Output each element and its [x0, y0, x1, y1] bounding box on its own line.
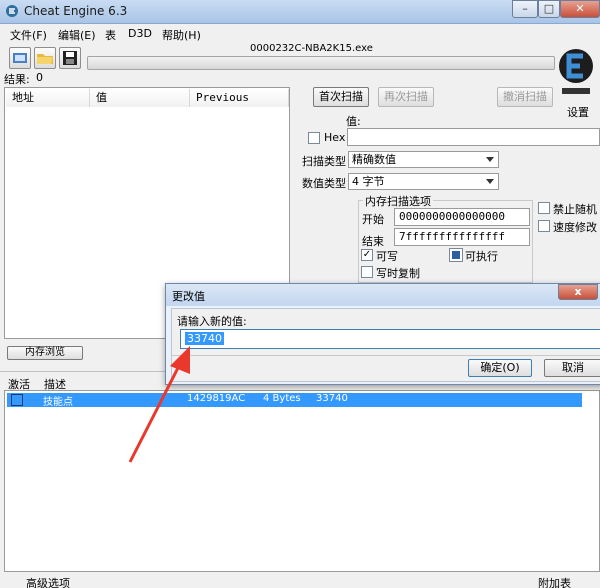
dialog-divider: [172, 355, 600, 356]
end-address-input[interactable]: 7fffffffffffffff: [394, 228, 530, 246]
executable-label: 可执行: [465, 250, 498, 263]
scan-type-label: 扫描类型: [302, 155, 346, 168]
window-title: Cheat Engine 6.3: [24, 4, 128, 18]
cheat-table-list[interactable]: [4, 390, 600, 572]
minimize-button[interactable]: –: [512, 0, 538, 18]
memory-scan-options-label: 内存扫描选项: [363, 193, 433, 209]
open-file-icon: [37, 54, 53, 64]
start-address-input[interactable]: 0000000000000000: [394, 208, 530, 226]
save-icon: [63, 51, 77, 65]
first-scan-button[interactable]: 首次扫描: [313, 87, 369, 107]
open-process-icon: [13, 53, 27, 63]
dialog-body: 请输入新的值: 33740 确定(O) 取消: [171, 308, 600, 382]
cheat-engine-app-icon: [6, 5, 18, 17]
menu-edit[interactable]: 编辑(E): [58, 27, 96, 43]
menu-bar: 文件(F) 编辑(E) 表 D3D 帮助(H): [0, 25, 600, 43]
change-value-dialog: 更改值 x 请输入新的值: 33740 确定(O) 取消: [165, 283, 600, 385]
open-file-button[interactable]: [34, 47, 56, 69]
writable-label: 可写: [376, 250, 398, 263]
disable-random-checkbox[interactable]: [538, 202, 550, 214]
column-address[interactable]: 地址: [6, 89, 90, 107]
add-table-button[interactable]: 附加表: [538, 575, 571, 588]
speedhack-checkbox[interactable]: [538, 220, 550, 232]
scan-value-input[interactable]: [347, 128, 600, 146]
copy-on-write-label: 写时复制: [376, 267, 420, 280]
results-count: 0: [36, 71, 43, 84]
row-type: 4 Bytes: [263, 393, 301, 404]
dialog-title-bar: 更改值 x: [166, 284, 600, 306]
value-type-value: 4 字节: [352, 175, 385, 188]
scan-progress-bar: [87, 56, 555, 70]
value-label: 值:: [346, 115, 361, 128]
column-value[interactable]: 值: [90, 89, 190, 107]
save-button[interactable]: [59, 47, 81, 69]
executable-checkbox[interactable]: [449, 248, 463, 262]
chevron-down-icon: [486, 157, 494, 162]
undo-scan-button[interactable]: 撤消扫描: [497, 87, 553, 107]
settings-label[interactable]: 设置: [567, 104, 589, 120]
chevron-down-icon: [486, 179, 494, 184]
title-bar: Cheat Engine 6.3 – □ ✕: [0, 0, 600, 24]
cheat-engine-logo-icon[interactable]: [556, 44, 596, 102]
menu-d3d[interactable]: D3D: [128, 27, 152, 40]
start-label: 开始: [362, 213, 384, 226]
maximize-button[interactable]: □: [538, 0, 560, 18]
scan-type-select[interactable]: 精确数值: [348, 151, 499, 168]
ok-button[interactable]: 确定(O): [468, 359, 532, 377]
menu-help[interactable]: 帮助(H): [162, 27, 201, 43]
table-row[interactable]: 技能点 1429819AC 4 Bytes 33740: [7, 393, 582, 408]
writable-checkbox[interactable]: ✓: [361, 249, 373, 261]
process-name: 0000232C-NBA2K15.exe: [250, 43, 373, 54]
disable-random-label: 禁止随机: [553, 203, 597, 216]
menu-table[interactable]: 表: [105, 27, 116, 43]
value-type-label: 数值类型: [302, 177, 346, 190]
column-previous[interactable]: Previous: [190, 89, 289, 107]
close-button[interactable]: ✕: [560, 0, 600, 18]
results-label: 结果:: [4, 73, 30, 86]
next-scan-button[interactable]: 再次扫描: [378, 87, 434, 107]
hex-label: Hex: [324, 131, 346, 144]
scan-type-value: 精确数值: [352, 153, 396, 166]
open-process-button[interactable]: [9, 47, 31, 69]
new-value-input[interactable]: 33740: [180, 329, 600, 349]
end-label: 结束: [362, 235, 384, 248]
copy-on-write-checkbox[interactable]: [361, 266, 373, 278]
dialog-prompt: 请输入新的值:: [177, 315, 247, 328]
memory-view-button[interactable]: 内存浏览: [7, 346, 83, 360]
row-active-checkbox[interactable]: [11, 394, 23, 406]
cancel-button[interactable]: 取消: [544, 359, 600, 377]
speedhack-label: 速度修改: [553, 221, 597, 234]
advanced-options-button[interactable]: 高级选项: [26, 575, 70, 588]
row-description: 技能点: [43, 397, 73, 408]
dialog-close-button[interactable]: x: [558, 284, 598, 300]
value-type-select[interactable]: 4 字节: [348, 173, 499, 190]
dialog-title: 更改值: [172, 290, 205, 303]
row-value: 33740: [316, 393, 348, 404]
red-arrow-annotation: [128, 346, 190, 463]
hex-checkbox[interactable]: [308, 132, 320, 144]
menu-file[interactable]: 文件(F): [10, 27, 47, 43]
